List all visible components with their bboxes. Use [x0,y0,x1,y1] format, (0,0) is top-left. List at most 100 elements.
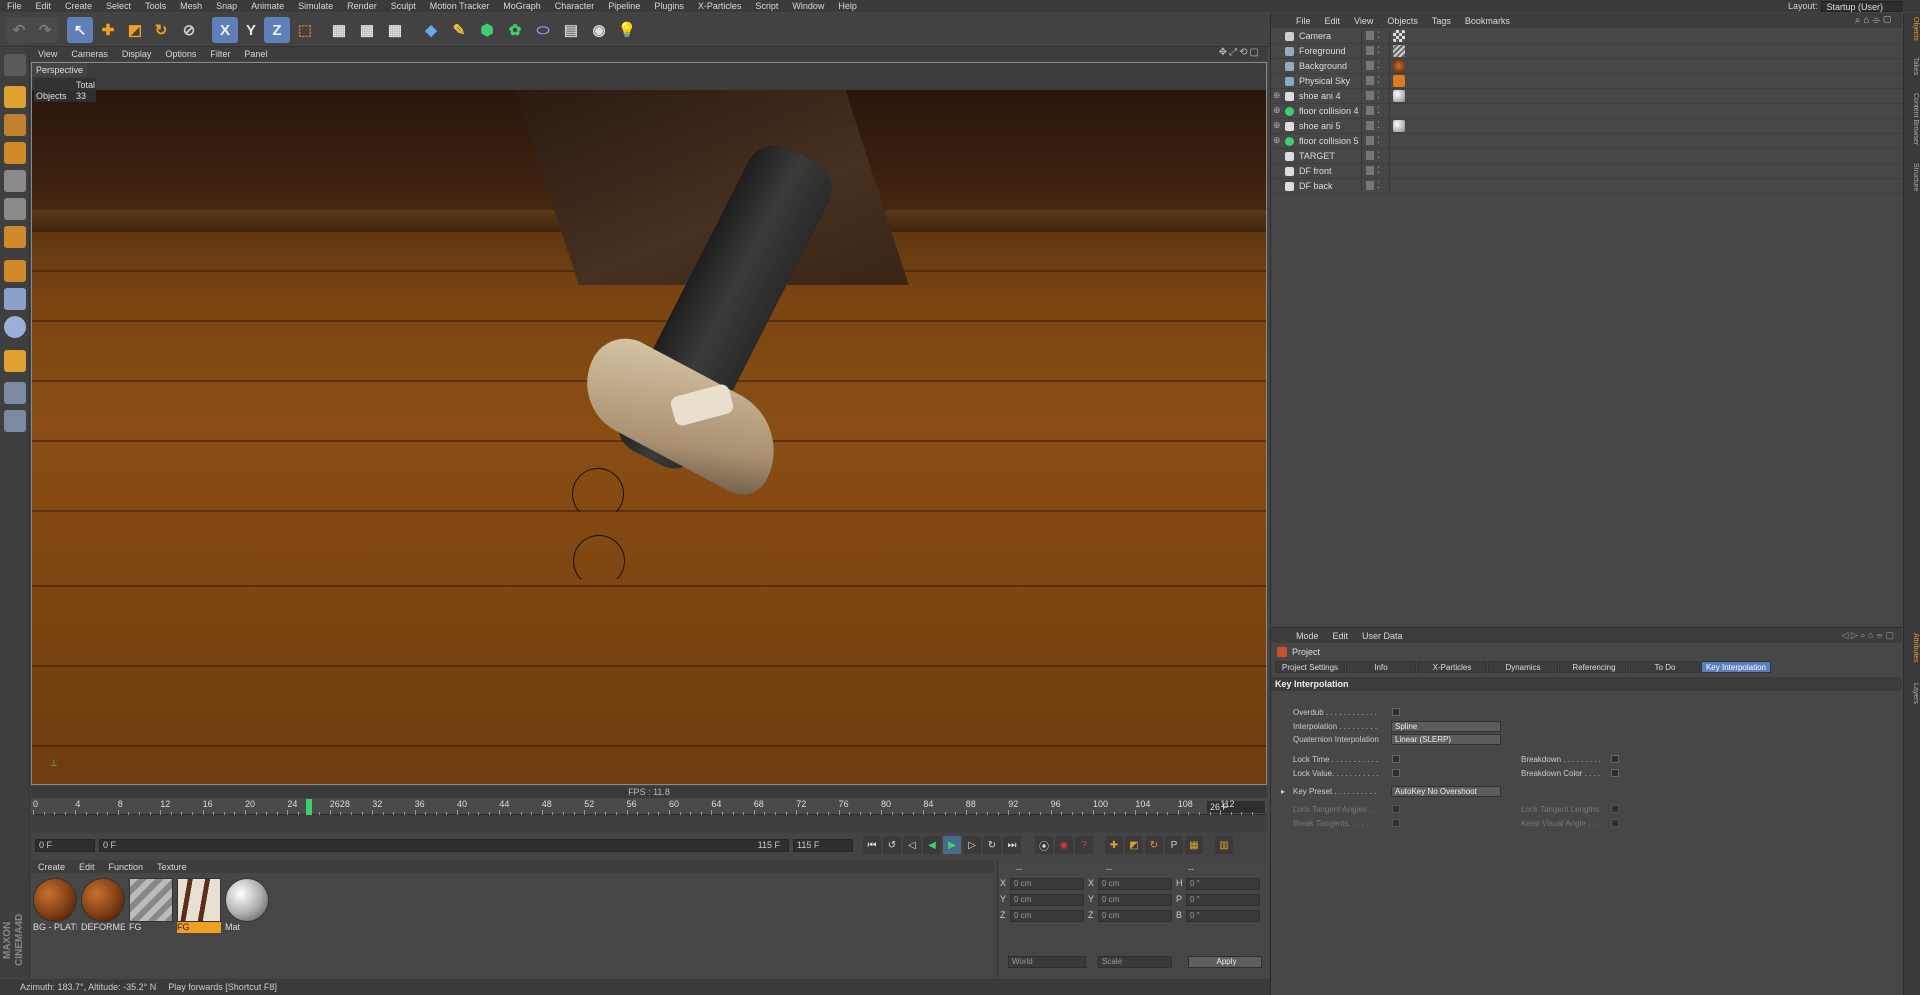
menu-item-help[interactable]: Help [831,0,864,12]
workplane-icon[interactable] [4,142,26,164]
breakdown-checkbox[interactable] [1611,755,1619,763]
visibility-toggle-icon[interactable] [1366,166,1374,175]
interpolation-dropdown[interactable]: Spline [1391,721,1501,732]
layout-dropdown[interactable]: Startup (User) [1821,0,1902,12]
object-row[interactable]: Foreground ⁚ [1271,44,1903,59]
menu-item-snap[interactable]: Snap [209,0,244,12]
object-manager-tools-icon[interactable]: ⌕⌂⌯▢ [1855,15,1894,26]
coord-value-field[interactable]: 0 ° [1186,878,1260,890]
visibility-toggle-icon[interactable] [1366,76,1374,85]
menu-item-mograph[interactable]: MoGraph [496,0,548,12]
material-item[interactable]: BG - PLATI [33,878,77,938]
render-dots-icon[interactable]: ⁚ [1377,45,1380,56]
render-dots-icon[interactable]: ⁚ [1377,150,1380,161]
menu-item-window[interactable]: Window [785,0,831,12]
material-swatch-shoe[interactable] [177,878,221,922]
apply-button[interactable]: Apply [1188,956,1262,968]
redo-icon[interactable]: ↷ [32,17,58,43]
tab-project-settings[interactable]: Project Settings [1275,661,1345,673]
cube-icon[interactable]: ◆ [418,17,444,43]
object-tag-orange[interactable] [1393,75,1405,87]
dynamics-force-handle-icon[interactable] [572,468,624,520]
lock-value-checkbox[interactable] [1392,769,1400,777]
material-item[interactable]: Mat [225,878,269,938]
previous-frame-icon[interactable]: ◁ [903,836,921,854]
coord-value-field[interactable]: 0 cm [1010,878,1084,890]
live-selection-icon[interactable]: ⊘ [176,17,202,43]
object-menu-objects[interactable]: Objects [1380,16,1425,26]
snap-icon[interactable] [4,316,26,338]
lock-tangent-angles-checkbox[interactable] [1392,805,1400,813]
coord-value-field[interactable]: 0 ° [1186,910,1260,922]
menu-item-script[interactable]: Script [748,0,785,12]
attribute-menu-user-data[interactable]: User Data [1355,631,1410,641]
object-menu-view[interactable]: View [1347,16,1380,26]
material-menu-function[interactable]: Function [102,862,151,872]
tab-x-particles[interactable]: X-Particles [1417,661,1487,673]
object-row[interactable]: Background ⁚ [1271,59,1903,74]
menu-item-x-particles[interactable]: X-Particles [691,0,749,12]
coordinate-system-icon[interactable]: ⬚ [292,17,318,43]
object-row[interactable]: TARGET ⁚ [1271,149,1903,164]
visibility-toggle-icon[interactable] [1366,136,1374,145]
record-rotation-icon[interactable]: ↻ [1145,836,1163,854]
expand-toggle-icon[interactable]: ⊕ [1273,105,1281,116]
next-key-icon[interactable]: ↻ [983,836,1001,854]
light-icon[interactable]: 💡 [614,17,640,43]
menu-item-simulate[interactable]: Simulate [291,0,340,12]
record-position-icon[interactable]: ✚ [1105,836,1123,854]
object-menu-tags[interactable]: Tags [1425,16,1458,26]
keyframe-selection-icon[interactable]: ? [1075,836,1093,854]
menu-item-character[interactable]: Character [548,0,602,12]
planar-workplane-icon[interactable] [4,410,26,432]
object-row[interactable]: ⊕ shoe ani 4 ⁚ [1271,89,1903,104]
viewport-menu-filter[interactable]: Filter [203,49,237,59]
object-row[interactable]: ⊕ shoe ani 5 ⁚ [1271,119,1903,134]
object-tag-brown[interactable] [1393,60,1405,72]
material-menu-create[interactable]: Create [31,862,72,872]
viewport-menu-panel[interactable]: Panel [237,49,274,59]
subdivision-icon[interactable]: ⬢ [474,17,500,43]
render-dots-icon[interactable]: ⁚ [1377,30,1380,41]
record-scale-icon[interactable]: ◩ [1125,836,1143,854]
render-settings-icon[interactable]: ▦ [382,17,408,43]
polygons-mode-icon[interactable] [4,226,26,248]
side-tab-objects[interactable]: Objects [1905,17,1919,41]
coord-value-field[interactable]: 0 cm [1098,878,1172,890]
pen-icon[interactable]: ✎ [446,17,472,43]
side-tab-layers[interactable]: Layers [1905,683,1919,704]
play-backwards-icon[interactable]: ◀ [923,836,941,854]
viewport-scene[interactable]: ⊥ [32,90,1266,784]
expand-toggle-icon[interactable]: ⊕ [1273,135,1281,146]
x-axis-button[interactable]: X [212,17,238,43]
lock-workplane-icon[interactable] [4,382,26,404]
go-to-end-icon[interactable]: ⏭ [1003,836,1021,854]
object-row[interactable]: ⊕ floor collision 5 ⁚ [1271,134,1903,149]
break-tangents-checkbox[interactable] [1392,819,1400,827]
menu-item-file[interactable]: File [0,0,29,12]
timeline-window-icon[interactable]: ▥ [1215,836,1233,854]
object-menu-edit[interactable]: Edit [1318,16,1348,26]
object-row[interactable]: Physical Sky ⁚ [1271,74,1903,89]
tab-referencing[interactable]: Referencing [1559,661,1629,673]
attribute-menu-mode[interactable]: Mode [1289,631,1326,641]
side-tab-takes[interactable]: Takes [1905,57,1919,75]
play-forwards-icon[interactable]: ▶ [943,836,961,854]
menu-item-create[interactable]: Create [58,0,99,12]
rotate-tool-icon[interactable]: ↻ [148,17,174,43]
menu-item-motion-tracker[interactable]: Motion Tracker [423,0,497,12]
render-dots-icon[interactable]: ⁚ [1377,60,1380,71]
timeline-ruler[interactable]: 26 F 0 4 8 12 16 20 24 2628 32 36 40 44 48 52 56 60 64 68… [31,799,1267,815]
coord-value-field[interactable]: 0 ° [1186,894,1260,906]
render-dots-icon[interactable]: ⁚ [1377,135,1380,146]
key-preset-dropdown[interactable]: AutoKey No Overshoot [1391,786,1501,797]
visibility-toggle-icon[interactable] [1366,61,1374,70]
material-item[interactable]: FG [129,878,173,938]
menu-item-sculpt[interactable]: Sculpt [384,0,423,12]
object-row[interactable]: DF back ⁚ [1271,179,1903,194]
tab-to-do[interactable]: To Do [1630,661,1700,673]
material-menu-edit[interactable]: Edit [72,862,102,872]
move-tool-icon[interactable]: ✚ [95,17,121,43]
edges-mode-icon[interactable] [4,198,26,220]
material-swatch-gray-sphere[interactable] [225,878,269,922]
